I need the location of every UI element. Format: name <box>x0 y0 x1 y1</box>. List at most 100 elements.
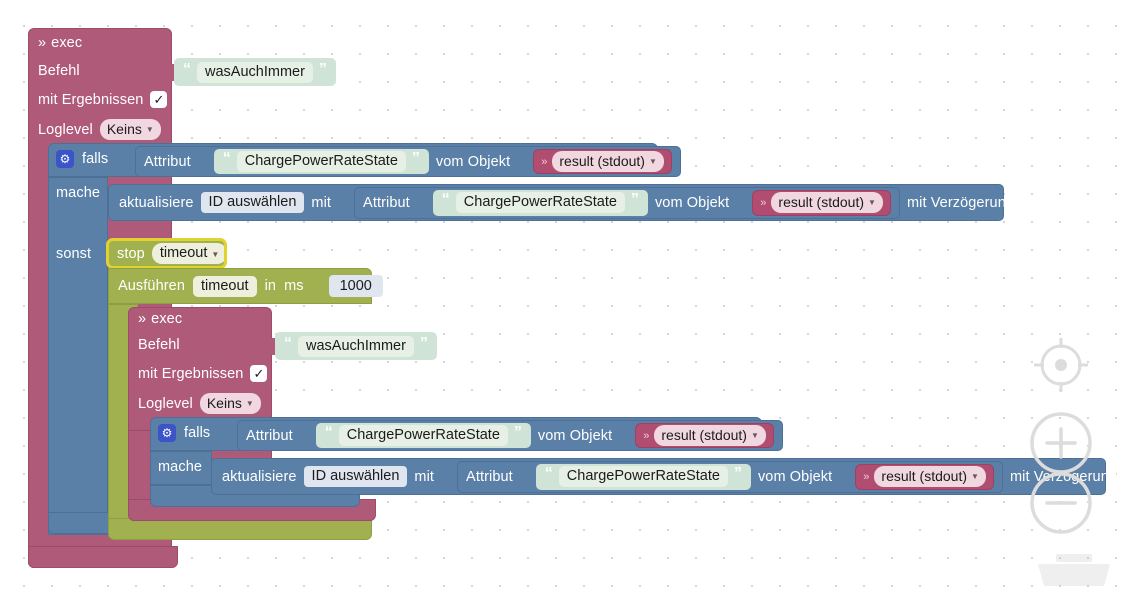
outer-exec-befehl-value-block[interactable]: “ wasAuchImmer ” <box>165 58 336 86</box>
outer-if-body <box>48 177 108 535</box>
outer-update-object-label: vom Objekt <box>654 194 730 211</box>
inner-exec-title-label: exec <box>151 311 183 327</box>
connector-notch-icon <box>416 195 426 210</box>
inner-if-attribute-name[interactable]: ChargePowerRateState <box>338 425 508 446</box>
attribute-value-block[interactable]: Attribut “ ChargePowerRateState ” vom Ob… <box>135 146 681 177</box>
stop-timeout-dropdown[interactable]: timeout ▼ <box>151 243 228 264</box>
outer-if-else-keyword: sonst <box>56 246 92 262</box>
string-block[interactable]: “ wasAuchImmer ” <box>174 58 336 86</box>
string-block[interactable]: “ ChargePowerRateState ” <box>213 149 429 174</box>
outer-exec-befehl-label: Befehl <box>38 63 80 79</box>
quote-open-icon: “ <box>183 60 191 78</box>
outer-update-object-dropdown[interactable]: result (stdout) ▼ <box>771 191 883 214</box>
trash-icon[interactable] <box>1028 546 1120 591</box>
inner-exec-befehl-value[interactable]: wasAuchImmer <box>298 335 414 357</box>
connector-notch-icon <box>266 337 275 355</box>
inner-update-object-value-block[interactable]: » result (stdout) ▼ <box>855 463 994 490</box>
inner-update-attribute-name[interactable]: ChargePowerRateState <box>558 466 728 487</box>
inner-exec-title-prefix: » <box>138 311 147 327</box>
outer-exec-results-checkbox[interactable]: ✓ <box>150 91 168 108</box>
inner-update-with-label: mit <box>414 468 435 485</box>
connector-notch-icon <box>839 469 849 484</box>
inner-if-header-row[interactable]: ⚙ falls <box>158 424 210 442</box>
zoom-out-button[interactable] <box>1028 470 1094 536</box>
outer-if-object-value-block[interactable]: » result (stdout) ▼ <box>533 149 672 174</box>
outer-if-object-dropdown[interactable]: result (stdout) ▼ <box>552 150 664 173</box>
inner-exec-loglevel-value: Keins <box>206 395 242 411</box>
blockly-canvas[interactable]: » exec Befehl “ wasAuchImmer ” mit Ergeb… <box>0 0 1126 587</box>
inner-if-object-label: vom Objekt <box>537 427 613 444</box>
connector-notch-icon <box>311 278 321 294</box>
chevron-right-icon: » <box>863 470 870 483</box>
outer-if-header-row[interactable]: ⚙ falls <box>56 150 108 168</box>
chevron-down-icon: ▼ <box>971 472 979 482</box>
connector-notch-icon <box>165 63 174 81</box>
outer-if-attribute-name[interactable]: ChargePowerRateState <box>236 151 406 172</box>
outer-update-delay-label: mit Verzögerung <box>906 194 1015 211</box>
inner-if-object-value-block[interactable]: » result (stdout) ▼ <box>635 423 774 448</box>
attribute-value-block[interactable]: Attribut “ ChargePowerRateState ” vom Ob… <box>457 460 1003 493</box>
outer-update-object-value-block[interactable]: » result (stdout) ▼ <box>752 189 891 216</box>
connector-notch-icon <box>299 428 309 443</box>
inner-exec-field-loglevel: Loglevel Keins ▼ <box>138 393 261 415</box>
inner-if-object-dropdown[interactable]: result (stdout) ▼ <box>654 424 766 447</box>
attribute-value-block[interactable]: Attribut “ ChargePowerRateState ” vom Ob… <box>354 186 900 219</box>
outer-update-object-value: result (stdout) <box>778 193 865 210</box>
run-timeout-name[interactable]: timeout <box>193 275 257 297</box>
outer-if-keyword: falls <box>82 151 109 167</box>
outer-exec-loglevel-label: Loglevel <box>38 121 93 138</box>
outer-update-target[interactable]: ID auswählen <box>200 192 305 213</box>
inner-if-do-label: mache <box>158 458 202 476</box>
string-block[interactable]: “ wasAuchImmer ” <box>275 332 437 360</box>
inner-exec-title: » exec <box>138 311 182 327</box>
quote-open-icon: “ <box>324 424 333 442</box>
connector-notch-icon <box>736 195 746 210</box>
chevron-right-icon: » <box>643 429 650 442</box>
string-block[interactable]: “ ChargePowerRateState ” <box>535 463 751 490</box>
outer-if-object-label: vom Objekt <box>435 153 511 170</box>
quote-close-icon: ” <box>419 334 428 352</box>
inner-update-statement-block[interactable]: aktualisiere ID auswählen mit Attribut “… <box>211 458 1117 495</box>
outer-if-else-label: sonst <box>56 245 91 263</box>
outer-exec-title: » exec <box>38 35 82 51</box>
outer-exec-field-results: mit Ergebnissen ✓ <box>38 91 168 108</box>
inner-if-condition[interactable]: Attribut “ ChargePowerRateState ” vom Ob… <box>228 420 783 451</box>
inner-exec-results-checkbox[interactable]: ✓ <box>250 365 268 382</box>
inner-exec-befehl-label: Befehl <box>138 337 180 353</box>
outer-exec-befehl-value[interactable]: wasAuchImmer <box>197 61 313 83</box>
inner-update-label: aktualisiere <box>222 468 297 485</box>
quote-open-icon: “ <box>544 465 553 483</box>
outer-update-statement-block[interactable]: aktualisiere ID auswählen mit Attribut “… <box>108 184 1014 221</box>
connector-notch-icon <box>441 468 451 485</box>
gear-icon[interactable]: ⚙ <box>158 424 176 442</box>
outer-if-do-label: mache <box>56 184 100 202</box>
attribute-value-block[interactable]: Attribut “ ChargePowerRateState ” vom Ob… <box>237 420 783 451</box>
inner-update-object-dropdown[interactable]: result (stdout) ▼ <box>874 465 986 488</box>
string-block[interactable]: “ ChargePowerRateState ” <box>432 189 648 216</box>
run-timeout-row[interactable]: Ausführen timeout in ms 1000 <box>118 275 383 297</box>
zoom-in-button[interactable] <box>1028 410 1094 476</box>
quote-open-icon: “ <box>284 334 292 352</box>
chevron-right-icon: » <box>760 196 767 209</box>
center-on-blocks-button[interactable] <box>1030 334 1092 396</box>
quote-close-icon: ” <box>411 150 420 168</box>
inner-exec-befehl-value-block[interactable]: “ wasAuchImmer ” <box>266 332 437 360</box>
run-timeout-unit-label: ms <box>284 278 304 294</box>
outer-if-condition[interactable]: Attribut “ ChargePowerRateState ” vom Ob… <box>126 146 681 177</box>
outer-update-attribute-name[interactable]: ChargePowerRateState <box>455 192 625 213</box>
inner-update-object-value: result (stdout) <box>881 467 968 484</box>
string-block[interactable]: “ ChargePowerRateState ” <box>315 423 531 448</box>
stop-timeout-block[interactable]: stop timeout ▼ <box>106 238 228 269</box>
outer-update-attribute-label: Attribut <box>363 194 410 211</box>
outer-exec-title-prefix: » <box>38 35 47 51</box>
chevron-down-icon: ▼ <box>245 399 254 409</box>
connector-notch-icon <box>228 427 237 444</box>
gear-icon[interactable]: ⚙ <box>56 150 74 168</box>
inner-update-target[interactable]: ID auswählen <box>303 466 408 487</box>
outer-exec-loglevel-value: Keins <box>106 121 142 137</box>
outer-exec-loglevel-dropdown[interactable]: Keins ▼ <box>99 119 161 141</box>
quote-close-icon: ” <box>630 191 639 209</box>
stop-timeout-name: timeout <box>159 245 208 261</box>
inner-exec-loglevel-dropdown[interactable]: Keins ▼ <box>199 393 261 415</box>
run-timeout-value[interactable]: 1000 <box>328 275 383 297</box>
